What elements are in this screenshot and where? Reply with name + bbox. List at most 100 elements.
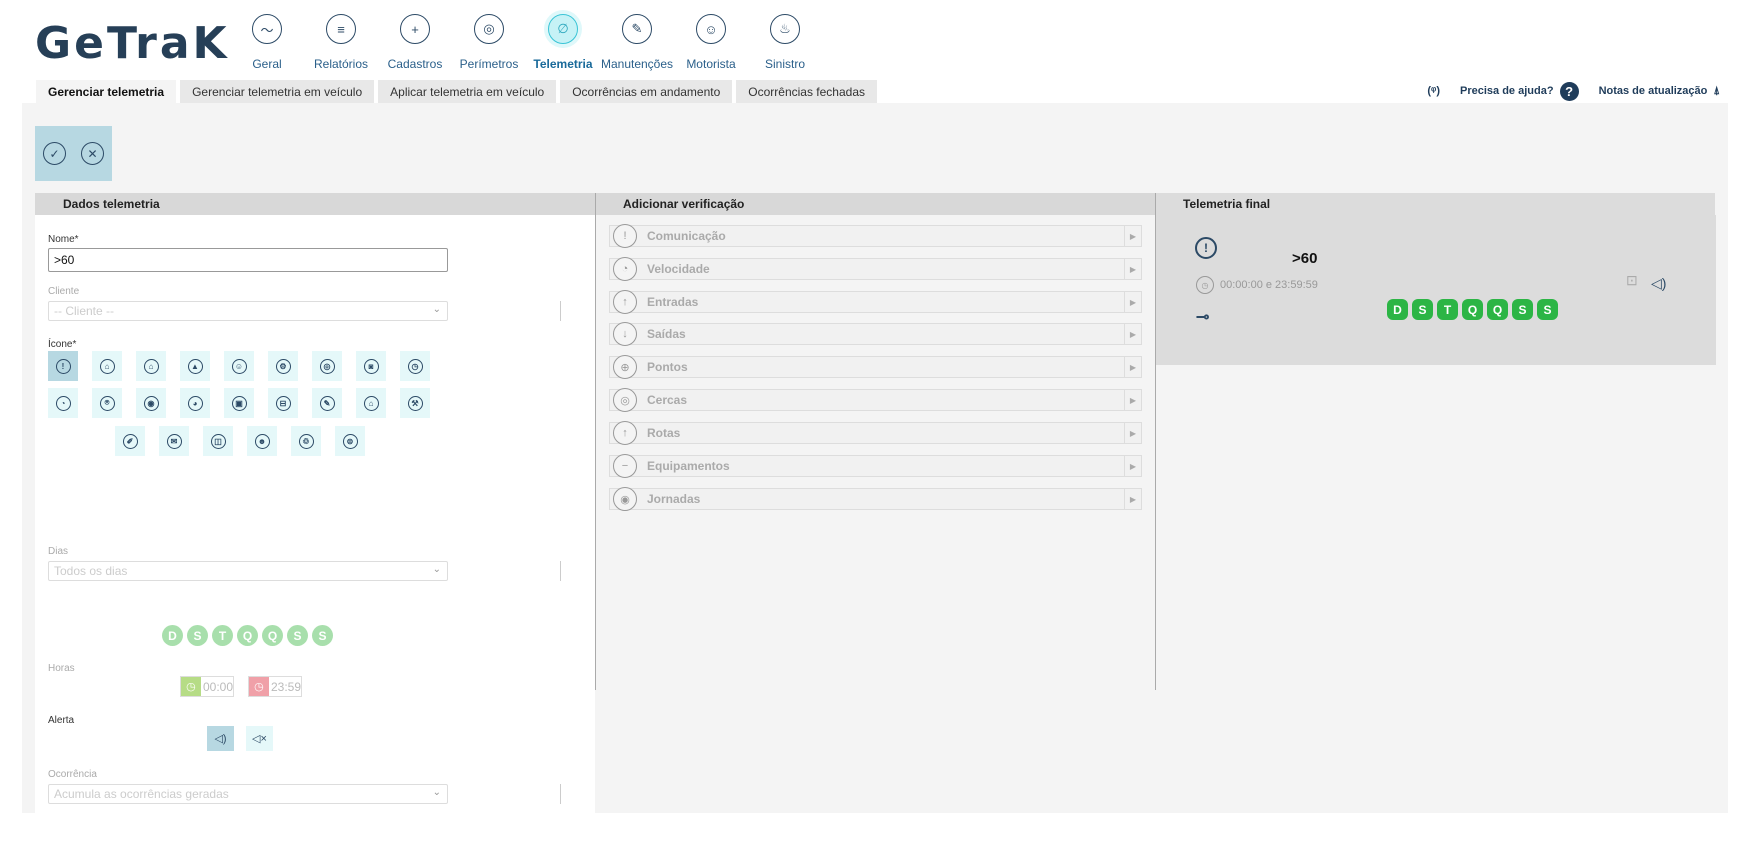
tab-bar: Gerenciar telemetria Gerenciar telemetri… bbox=[36, 80, 878, 103]
icon-option-speedometer[interactable]: ◔ bbox=[48, 388, 78, 418]
verif-label: Comunicação bbox=[647, 229, 726, 243]
clock-icon: ◷ bbox=[1196, 276, 1214, 294]
icon-option-target[interactable]: ◎ bbox=[312, 351, 342, 381]
alert-sound-off-button[interactable]: ◁× bbox=[246, 726, 273, 751]
final-days: D S T Q Q S S bbox=[1387, 299, 1558, 320]
nav-label: Motorista bbox=[686, 57, 736, 71]
icon-option-clip[interactable]: ✐ bbox=[115, 426, 145, 456]
question-icon: ? bbox=[1559, 81, 1579, 101]
panel-dados-telemetria: Dados telemetria Nome* >60 Cliente -- Cl… bbox=[35, 193, 595, 813]
person-icon: ☻ bbox=[254, 433, 270, 449]
icon-option-alert[interactable]: ! bbox=[48, 351, 78, 381]
tab-gerenciar-telemetria[interactable]: Gerenciar telemetria bbox=[36, 80, 177, 103]
nav-motorista[interactable]: ☺ Motorista bbox=[674, 14, 748, 71]
verif-label: Rotas bbox=[647, 426, 681, 440]
dias-select[interactable]: Todos os dias ⌄ bbox=[48, 561, 448, 581]
nav-relatorios[interactable]: ≡ Relatórios bbox=[304, 14, 378, 71]
icon-option-face[interactable]: ☺ bbox=[224, 351, 254, 381]
verif-velocidade[interactable]: ◔ Velocidade ▶ bbox=[609, 257, 1142, 281]
hora-fim-input[interactable]: ◷ 23:59 bbox=[248, 676, 302, 697]
icon-option-gear[interactable]: ⚙ bbox=[268, 351, 298, 381]
help-button[interactable]: Precisa de ajuda? ? bbox=[1452, 78, 1587, 104]
nav-geral[interactable]: 〜 Geral bbox=[230, 14, 304, 71]
alert-sound-on-button[interactable]: ◁) bbox=[207, 726, 234, 751]
verif-cercas[interactable]: ◎ Cercas ▶ bbox=[609, 388, 1142, 412]
help-label: Precisa de ajuda? bbox=[1460, 85, 1554, 97]
nav-label: Perímetros bbox=[459, 57, 519, 71]
day-toggle[interactable]: Q bbox=[237, 625, 258, 646]
chevron-down-icon: ⌄ bbox=[432, 787, 441, 798]
verif-label: Cercas bbox=[647, 393, 688, 407]
notes-label: Notas de atualização bbox=[1598, 85, 1708, 97]
chevron-right-icon: ▶ bbox=[1124, 456, 1141, 476]
icon-option-person[interactable]: ☻ bbox=[247, 426, 277, 456]
chevron-right-icon: ▶ bbox=[1124, 489, 1141, 509]
verif-comunicacao[interactable]: ! Comunicação ▶ bbox=[609, 224, 1142, 248]
verif-saidas[interactable]: ↓ Saídas ▶ bbox=[609, 322, 1142, 346]
day-toggle[interactable]: S bbox=[187, 625, 208, 646]
day-toggle[interactable]: T bbox=[212, 625, 233, 646]
icon-option-warning[interactable]: ▲ bbox=[180, 351, 210, 381]
final-name: >60 bbox=[1292, 250, 1318, 267]
day-toggle[interactable]: Q bbox=[262, 625, 283, 646]
icon-option-home[interactable]: ⌂ bbox=[356, 388, 386, 418]
verif-equipamentos[interactable]: − Equipamentos ▶ bbox=[609, 454, 1142, 478]
icon-option-archive[interactable]: ⊟ bbox=[268, 388, 298, 418]
verif-rotas[interactable]: ↑ Rotas ▶ bbox=[609, 421, 1142, 445]
action-bar: ✓ ✕ bbox=[35, 126, 112, 181]
day-badge: S bbox=[1512, 299, 1533, 320]
wrench-icon: ⚒ bbox=[407, 395, 423, 411]
tab-ocorrencias-andamento[interactable]: Ocorrências em andamento bbox=[560, 80, 733, 103]
nav-label: Relatórios bbox=[313, 57, 369, 71]
horas-label: Horas bbox=[48, 663, 75, 674]
nav-manutencoes[interactable]: ✎ Manutenções bbox=[600, 14, 674, 71]
tab-aplicar-telemetria-veiculo[interactable]: Aplicar telemetria em veículo bbox=[378, 80, 557, 103]
nav-sinistro[interactable]: ♨ Sinistro bbox=[748, 14, 822, 71]
antenna-button[interactable]: (ᵠ) bbox=[1419, 78, 1449, 104]
icon-option-tank[interactable]: ⍟ bbox=[92, 388, 122, 418]
panel-adicionar-verificacao: Adicionar verificação ! Comunicação ▶ ◔ … bbox=[595, 193, 1155, 690]
nav-perimetros[interactable]: ◎ Perímetros bbox=[452, 14, 526, 71]
icon-option-pie[interactable]: ◕ bbox=[180, 388, 210, 418]
icon-option-recycle[interactable]: ♲ bbox=[291, 426, 321, 456]
help-area: (ᵠ) Precisa de ajuda? ? Notas de atualiz… bbox=[1419, 78, 1728, 104]
route-icon: ↑ bbox=[613, 421, 637, 445]
hora-inicio-input[interactable]: ◷ 00:00 bbox=[180, 676, 234, 697]
verif-pontos[interactable]: ⊕ Pontos ▶ bbox=[609, 355, 1142, 379]
cliente-select[interactable]: -- Cliente -- ⌄ bbox=[48, 301, 448, 321]
icon-option-wrench[interactable]: ⚒ bbox=[400, 388, 430, 418]
icon-option-device[interactable]: ▣ bbox=[224, 388, 254, 418]
icon-option-pencil[interactable]: ✎ bbox=[312, 388, 342, 418]
tab-gerenciar-telemetria-veiculo[interactable]: Gerenciar telemetria em veículo bbox=[180, 80, 375, 103]
icon-option-signal[interactable]: ◉ bbox=[136, 388, 166, 418]
ocorrencia-select[interactable]: Acumula as ocorrências geradas ⌄ bbox=[48, 784, 448, 804]
icon-option-sleep[interactable]: ⊜ bbox=[335, 426, 365, 456]
day-toggle[interactable]: S bbox=[312, 625, 333, 646]
icon-option-fuel[interactable]: ◙ bbox=[356, 351, 386, 381]
icon-option-card[interactable]: ◫ bbox=[203, 426, 233, 456]
face-icon: ☺ bbox=[231, 358, 247, 374]
icon-option-unlock[interactable]: ⌂ bbox=[136, 351, 166, 381]
icon-row-2: ◔ ⍟ ◉ ◕ ▣ ⊟ ✎ ⌂ ⚒ bbox=[48, 388, 430, 418]
verif-entradas[interactable]: ↑ Entradas ▶ bbox=[609, 290, 1142, 314]
nome-input[interactable]: >60 bbox=[48, 248, 448, 272]
day-badge: Q bbox=[1462, 299, 1483, 320]
icon-option-clock[interactable]: ◷ bbox=[400, 351, 430, 381]
cancel-button[interactable]: ✕ bbox=[81, 142, 104, 165]
verif-label: Velocidade bbox=[647, 262, 710, 276]
icon-option-mail[interactable]: ✉ bbox=[159, 426, 189, 456]
notes-button[interactable]: Notas de atualização ⍋ bbox=[1590, 78, 1728, 104]
icone-label: Ícone* bbox=[48, 339, 77, 350]
nav-telemetria[interactable]: ∅ Telemetria bbox=[526, 14, 600, 71]
nav-label: Geral bbox=[252, 57, 282, 71]
day-badge: D bbox=[1387, 299, 1408, 320]
nav-cadastros[interactable]: + Cadastros bbox=[378, 14, 452, 71]
confirm-button[interactable]: ✓ bbox=[43, 142, 66, 165]
nav-label: Telemetria bbox=[533, 57, 593, 71]
nav-label: Manutenções bbox=[600, 57, 674, 71]
day-toggle[interactable]: D bbox=[162, 625, 183, 646]
icon-option-lock[interactable]: ⌂ bbox=[92, 351, 122, 381]
verif-jornadas[interactable]: ◉ Jornadas ▶ bbox=[609, 487, 1142, 511]
day-toggle[interactable]: S bbox=[287, 625, 308, 646]
tab-ocorrencias-fechadas[interactable]: Ocorrências fechadas bbox=[736, 80, 878, 103]
